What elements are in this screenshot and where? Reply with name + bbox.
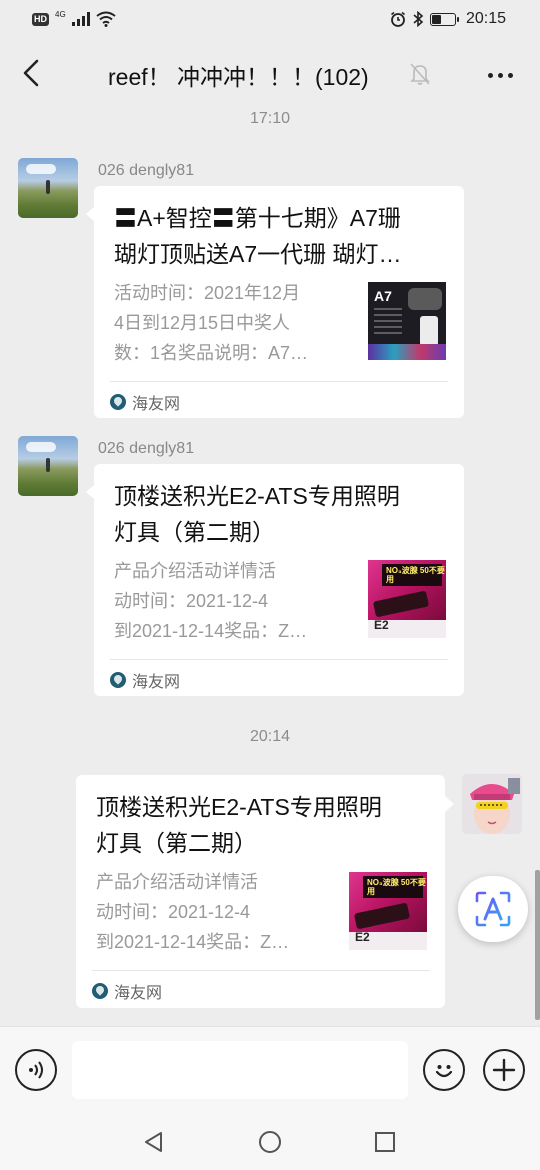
system-nav-bar [0,1114,540,1170]
nav-recent-icon [375,1132,395,1152]
avatar[interactable] [18,436,78,496]
back-button[interactable] [14,56,48,90]
chat-title[interactable]: reef！ 冲冲冲！！！(102) [108,58,369,92]
text-recognition-button[interactable] [458,876,528,942]
emoji-button[interactable] [423,1049,465,1091]
sender-name: 026 dengly81 [98,162,195,179]
alarm-icon [390,11,405,27]
card-thumbnail: NO₃波腺 50不要用 E2 [349,872,427,950]
link-card[interactable]: 〓A+智控〓第十七期》A7珊 瑚灯顶贴送A7一代珊 瑚灯… 活动时间：2021年… [94,186,464,418]
hd-badge: HD [32,12,49,26]
voice-button[interactable] [15,1049,57,1091]
link-card[interactable]: 顶楼送积光E2-ATS专用照明 灯具（第二期） 产品介绍活动详情活 动时间：20… [94,464,464,696]
wifi-icon [96,11,116,27]
card-description: 产品介绍活动详情活 动时间：2021-12-4 到2021-12-14奖品：Z… [96,872,290,952]
voice-icon [29,1061,43,1079]
source-logo-icon [110,672,126,688]
chat-header: reef！ 冲冲冲！！！(102) [0,38,540,110]
card-description: 活动时间：2021年12月 4日到12月15日中奖人 数：1名奖品说明：A7… [114,283,309,363]
chevron-left-icon [23,59,39,87]
avatar-image [462,774,522,834]
network-type: 4G [55,9,66,19]
add-button[interactable] [483,1049,525,1091]
link-card[interactable]: 顶楼送积光E2-ATS专用照明 灯具（第二期） 产品介绍活动详情活 动时间：20… [76,775,445,1008]
status-bar: HD 4G 20:15 [0,0,540,38]
card-description: 产品介绍活动详情活 动时间：2021-12-4 到2021-12-14奖品：Z… [114,561,308,641]
battery-icon [429,12,459,26]
nav-home-button[interactable] [256,1128,284,1156]
plus-icon [492,1058,516,1082]
card-source: 海友网 [110,668,180,692]
status-time: 20:15 [465,10,506,27]
card-source: 海友网 [92,979,162,1003]
scroll-indicator[interactable] [535,870,540,1020]
source-logo-icon [110,394,126,410]
more-dots-icon [497,72,503,78]
card-divider [110,381,448,382]
timestamp: 20:14 [249,728,291,745]
nav-back-icon [145,1132,162,1152]
card-thumbnail: A7 [368,282,446,360]
card-source: 海友网 [110,390,180,414]
card-title: 〓A+智控〓第十七期》A7珊 瑚灯顶贴送A7一代珊 瑚灯… [114,205,402,267]
emoji-icon [435,1065,453,1078]
bell-muted-icon [409,62,431,91]
input-bar [0,1026,540,1114]
avatar[interactable] [18,158,78,218]
card-title: 顶楼送积光E2-ATS专用照明 灯具（第二期） [114,483,400,545]
more-button[interactable] [480,60,520,90]
bubble-arrow [445,796,454,812]
timestamp: 17:10 [249,110,291,127]
battery-level [431,14,441,24]
more-dots-icon [507,72,513,78]
more-dots-icon [487,72,493,78]
bluetooth-icon [413,11,424,27]
status-left: HD 4G [32,9,116,27]
message-input[interactable] [72,1041,408,1099]
text-recognition-icon [475,891,511,927]
nav-recent-button[interactable] [371,1128,399,1156]
nav-home-icon [259,1131,281,1153]
signal-icon [71,12,90,26]
avatar[interactable] [462,774,522,834]
sender-name: 026 dengly81 [98,440,195,457]
card-divider [92,970,430,971]
nav-back-button[interactable] [140,1128,168,1156]
card-divider [110,659,448,660]
card-title: 顶楼送积光E2-ATS专用照明 灯具（第二期） [96,794,382,856]
status-right: 20:15 [390,10,506,28]
source-logo-icon [92,983,108,999]
card-thumbnail: NO₃波腺 50不要用 E2 [368,560,446,638]
